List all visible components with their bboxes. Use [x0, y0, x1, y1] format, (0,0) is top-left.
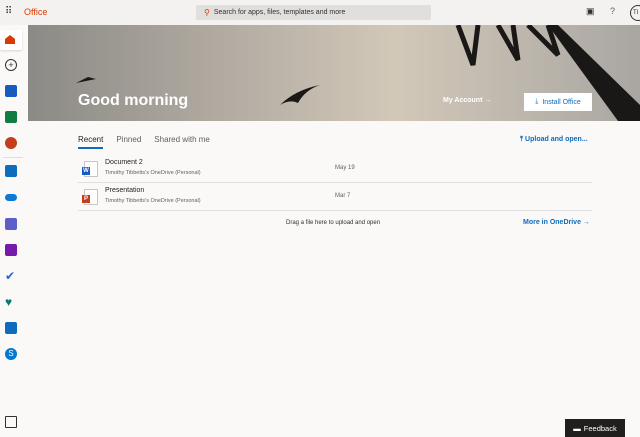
powerpoint-icon[interactable] [5, 137, 17, 149]
search-input[interactable]: ⚲ Search for apps, files, templates and m… [196, 5, 431, 20]
upload-label: Upload and open... [525, 136, 588, 143]
tab-recent[interactable]: Recent [78, 135, 104, 149]
file-date: May 19 [335, 165, 355, 171]
file-name: Document 2 [105, 159, 143, 166]
help-icon[interactable]: ? [610, 6, 615, 16]
feedback-button[interactable]: ▬ Feedback [565, 419, 625, 437]
onenote-icon[interactable] [5, 244, 17, 256]
file-type: P [82, 195, 90, 203]
more-in-onedrive-link[interactable]: More in OneDrive → [523, 219, 590, 226]
bird [280, 85, 320, 105]
file-row[interactable]: P Presentation Timothy Tibbetts's OneDri… [78, 183, 592, 211]
excel-icon[interactable] [5, 111, 17, 123]
outlook-icon[interactable] [5, 165, 17, 177]
file-name: Presentation [105, 187, 145, 194]
bird [76, 77, 96, 83]
upload-open-button[interactable]: ⤒ Upload and open... [520, 136, 588, 144]
onedrive-icon[interactable] [5, 194, 17, 201]
install-label: Install Office [542, 98, 581, 106]
all-apps-icon[interactable] [5, 416, 17, 428]
app-launcher-icon[interactable]: ⠿ [5, 7, 15, 17]
file-date: Mar 7 [335, 193, 351, 199]
file-row[interactable]: W Document 2 Timothy Tibbetts's OneDrive… [78, 155, 592, 183]
tab-pinned[interactable]: Pinned [116, 135, 141, 149]
sidebar-item-create[interactable]: + [5, 59, 17, 71]
home-icon [5, 35, 15, 44]
download-icon: ⤓ [535, 98, 539, 105]
top-bar: ⠿ Office ⚲ Search for apps, files, templa… [0, 0, 640, 25]
drag-hint: Drag a file here to upload and open [286, 220, 381, 226]
family-safety-icon[interactable]: ♥ [5, 296, 17, 308]
sidebar-item-home[interactable] [0, 30, 22, 50]
my-account-link[interactable]: My Account → [443, 97, 491, 104]
todo-icon[interactable]: ✔ [5, 270, 17, 282]
avatar[interactable]: TI [630, 5, 640, 21]
feedback-label: Feedback [583, 423, 617, 433]
sidebar: + ✔ ♥ S [0, 25, 28, 437]
word-icon[interactable] [5, 85, 17, 97]
store-icon[interactable] [5, 322, 17, 334]
skype-icon[interactable]: S [5, 348, 17, 360]
sidebar-divider [3, 157, 23, 158]
hero-banner: Good morning My Account → ⤓ Install Offic… [28, 25, 640, 121]
file-tabs: Recent Pinned Shared with me [78, 135, 210, 149]
word-file-icon: W [82, 161, 98, 177]
search-icon: ⚲ [204, 8, 210, 17]
powerpoint-file-icon: P [82, 189, 98, 205]
device-icon[interactable]: ▣ [586, 6, 595, 17]
office-brand[interactable]: Office [24, 7, 47, 17]
feedback-icon: ▬ [573, 423, 581, 433]
file-location: Timothy Tibbetts's OneDrive (Personal) [105, 198, 201, 204]
teams-icon[interactable] [5, 218, 17, 230]
search-placeholder: Search for apps, files, templates and mo… [213, 9, 346, 16]
file-type: W [82, 167, 90, 175]
tab-shared[interactable]: Shared with me [154, 135, 210, 149]
greeting: Good morning [78, 92, 189, 109]
file-location: Timothy Tibbetts's OneDrive (Personal) [105, 170, 201, 176]
install-office-button[interactable]: ⤓ Install Office [524, 93, 592, 111]
